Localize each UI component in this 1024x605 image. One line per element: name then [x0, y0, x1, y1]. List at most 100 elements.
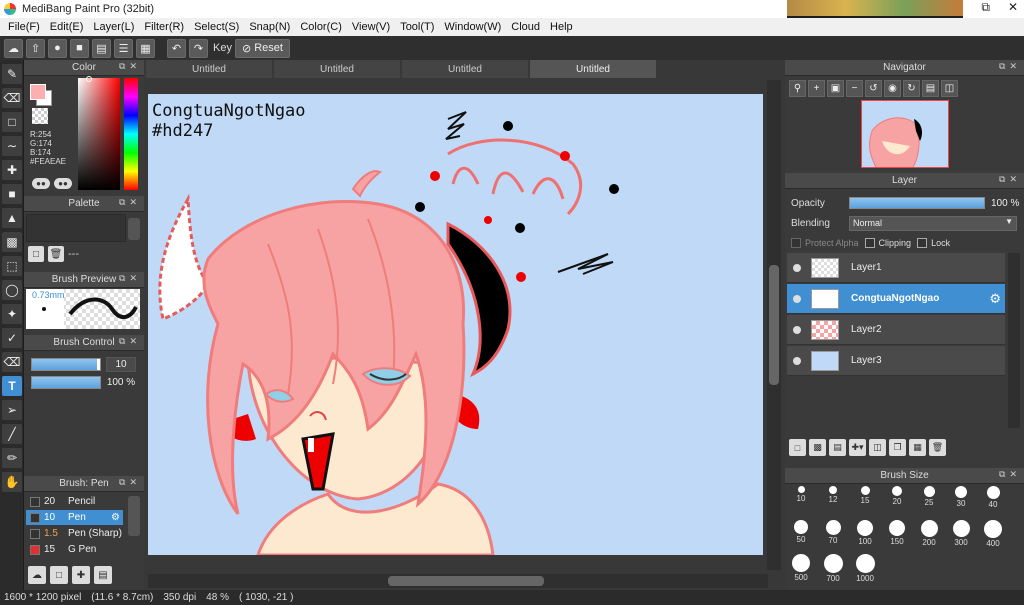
brush-size-option[interactable]: 100	[851, 520, 879, 550]
brush-size-option[interactable]: 50	[787, 520, 815, 550]
menu-select[interactable]: Select(S)	[189, 21, 244, 33]
drawing-canvas[interactable]: CongtuaNgotNgao #hd247	[148, 94, 763, 555]
layer-row-layer3[interactable]: Layer3	[787, 346, 1005, 376]
mirror-icon[interactable]: ◫	[941, 80, 958, 97]
brush-size-option[interactable]: 30	[947, 486, 975, 516]
comment-icon[interactable]: ■	[70, 38, 89, 58]
undo-icon[interactable]: ↶	[167, 38, 186, 58]
menu-edit[interactable]: Edit(E)	[45, 21, 89, 33]
menu-window[interactable]: Window(W)	[439, 21, 506, 33]
color-wheel-toggle-icon[interactable]: ●●	[32, 178, 50, 189]
menu-filter[interactable]: Filter(R)	[139, 21, 189, 33]
brush-size-option[interactable]: 700	[819, 554, 847, 584]
color-picker-cursor[interactable]	[86, 76, 92, 82]
gear-icon[interactable]: ⚙	[111, 512, 120, 523]
layer-row-layer1[interactable]: Layer1	[787, 253, 1005, 283]
brush-settings-icon[interactable]: ▤	[94, 566, 112, 584]
new-brush-icon[interactable]: □	[50, 566, 68, 584]
lock-checkbox[interactable]: Lock	[917, 238, 950, 248]
delete-layer-icon[interactable]: 🗑	[929, 439, 946, 456]
gear-icon[interactable]: ⚙	[989, 291, 1001, 307]
cloud-icon[interactable]: ☁	[4, 38, 23, 58]
palette-swatch-area[interactable]	[26, 214, 126, 242]
tab-untitled-2[interactable]: Untitled	[274, 60, 400, 78]
saturation-value-picker[interactable]	[78, 78, 120, 190]
brush-tool-icon[interactable]: ✎	[2, 64, 22, 84]
lasso-tool-icon[interactable]: ◯	[2, 280, 22, 300]
brush-item-pencil[interactable]: 20 Pencil	[26, 494, 123, 509]
rotate-reset-icon[interactable]: ◉	[884, 80, 901, 97]
menu-view[interactable]: View(V)	[347, 21, 395, 33]
trash-icon[interactable]: 🗑	[48, 246, 64, 262]
layer-row-congtuangotngao[interactable]: CongtuaNgotNgao ⚙	[787, 284, 1005, 314]
fill-rect-tool-icon[interactable]: ■	[2, 184, 22, 204]
text-tool-icon[interactable]: T	[2, 376, 22, 396]
new-8bit-layer-icon[interactable]: ▤	[829, 439, 846, 456]
brush-size-option[interactable]: 400	[979, 520, 1007, 550]
canvas-horizontal-scrollbar[interactable]	[148, 574, 768, 588]
brush-size-option[interactable]: 1000	[851, 554, 879, 584]
brush-size-slider[interactable]	[31, 358, 101, 371]
select-pen-tool-icon[interactable]: ✓	[2, 328, 22, 348]
eyedropper-tool-icon[interactable]: ✏	[2, 448, 22, 468]
magic-wand-tool-icon[interactable]: ✦	[2, 304, 22, 324]
menu-file[interactable]: File(F)	[3, 21, 45, 33]
divide-tool-icon[interactable]: ╱	[2, 424, 22, 444]
folder-icon[interactable]: ◫	[869, 439, 886, 456]
restore-button[interactable]: ⧉	[981, 0, 990, 15]
panel-window-buttons[interactable]: ⧉✕	[119, 477, 141, 488]
menu-cloud[interactable]: Cloud	[506, 21, 545, 33]
merge-layer-icon[interactable]: ▦	[909, 439, 926, 456]
layer-opacity-slider[interactable]	[849, 197, 985, 209]
visibility-icon[interactable]	[793, 325, 801, 334]
menu-layer[interactable]: Layer(L)	[88, 21, 139, 33]
rectangle-tool-icon[interactable]: □	[2, 112, 22, 132]
brush-list-scrollbar[interactable]	[128, 496, 140, 536]
panel-window-buttons[interactable]: ⧉✕	[999, 174, 1021, 185]
brush-size-value[interactable]: 10	[106, 357, 136, 372]
panel-window-buttons[interactable]: ⧉✕	[119, 197, 141, 208]
fit-screen-icon[interactable]: ▣	[827, 80, 844, 97]
new-halftone-layer-icon[interactable]: ▩	[809, 439, 826, 456]
hue-slider[interactable]	[124, 78, 138, 190]
palette-scrollbar[interactable]	[128, 218, 140, 240]
select-eraser-tool-icon[interactable]: ⌫	[2, 352, 22, 372]
gradient-tool-icon[interactable]: ▩	[2, 232, 22, 252]
document-icon[interactable]: ▤	[92, 38, 111, 58]
clipping-checkbox[interactable]: Clipping	[864, 238, 911, 248]
brush-size-option[interactable]: 25	[915, 486, 943, 516]
bucket-tool-icon[interactable]: ▲	[2, 208, 22, 228]
transparent-swatch[interactable]	[32, 108, 48, 124]
color-slider-toggle-icon[interactable]: ●●	[54, 178, 72, 189]
brush-size-option[interactable]: 40	[979, 486, 1007, 516]
brush-size-option[interactable]: 150	[883, 520, 911, 550]
menu-help[interactable]: Help	[545, 21, 578, 33]
new-palette-icon[interactable]: □	[28, 246, 44, 262]
vertical-scroll-thumb[interactable]	[769, 265, 779, 385]
visibility-icon[interactable]	[793, 294, 801, 303]
brush-size-option[interactable]: 500	[787, 554, 815, 584]
add-brush-icon[interactable]: ✚	[72, 566, 90, 584]
upload-icon[interactable]: ⇧	[26, 38, 45, 58]
redo-icon[interactable]: ↷	[189, 38, 208, 58]
protect-alpha-checkbox[interactable]: Protect Alpha	[791, 238, 859, 248]
hand-tool-icon[interactable]: ✋	[2, 472, 22, 492]
zoom-icon[interactable]: ⚲	[789, 80, 806, 97]
blending-select[interactable]: Normal ▼	[849, 215, 1017, 231]
horizontal-scroll-thumb[interactable]	[388, 576, 544, 586]
brush-item-pen-sharp[interactable]: 1.5 Pen (Sharp)	[26, 526, 123, 541]
flip-icon[interactable]: ▤	[922, 80, 939, 97]
tab-untitled-1[interactable]: Untitled	[146, 60, 272, 78]
add-layer-dropdown-icon[interactable]: ✚▾	[849, 439, 866, 456]
cloud-brush-icon[interactable]: ☁	[28, 566, 46, 584]
tab-untitled-4[interactable]: Untitled	[530, 60, 656, 78]
duplicate-layer-icon[interactable]: ❐	[889, 439, 906, 456]
rotate-left-icon[interactable]: ↺	[865, 80, 882, 97]
zoom-out-icon[interactable]: −	[846, 80, 863, 97]
brush-opacity-slider[interactable]	[31, 376, 101, 389]
navigator-thumbnail[interactable]	[861, 100, 949, 168]
menu-snap[interactable]: Snap(N)	[244, 21, 295, 33]
frame-icon[interactable]: ▦	[136, 38, 155, 58]
zoom-in-icon[interactable]: +	[808, 80, 825, 97]
brush-size-option[interactable]: 70	[819, 520, 847, 550]
